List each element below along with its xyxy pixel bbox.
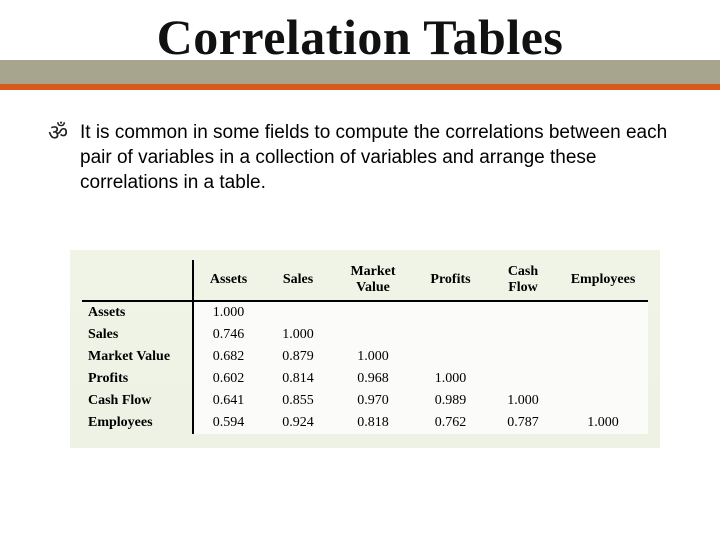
col-header: CashFlow [488, 260, 558, 301]
cell [488, 368, 558, 390]
cell [413, 324, 488, 346]
col-header-line2: Value [356, 280, 390, 295]
cell [558, 368, 648, 390]
col-header: Profits [413, 260, 488, 301]
col-header-line2: Flow [508, 280, 538, 295]
row-header: Sales [82, 324, 193, 346]
cell: 0.594 [193, 412, 263, 434]
slide-title: Correlation Tables [0, 8, 720, 66]
col-header: Sales [263, 260, 333, 301]
correlation-matrix: Assets Sales MarketValue Profits CashFlo… [82, 260, 648, 434]
cell: 0.818 [333, 412, 413, 434]
cell: 0.641 [193, 390, 263, 412]
cell: 0.855 [263, 390, 333, 412]
cell: 0.814 [263, 368, 333, 390]
cell [413, 346, 488, 368]
col-header: Employees [558, 260, 648, 301]
table-row: Profits 0.602 0.814 0.968 1.000 [82, 368, 648, 390]
cell [488, 324, 558, 346]
row-header: Profits [82, 368, 193, 390]
cell: 0.746 [193, 324, 263, 346]
cell [333, 324, 413, 346]
cell: 0.970 [333, 390, 413, 412]
cell: 0.879 [263, 346, 333, 368]
slide: Correlation Tables ॐ It is common in som… [0, 0, 720, 540]
col-header: MarketValue [333, 260, 413, 301]
row-header: Assets [82, 301, 193, 324]
cell: 1.000 [558, 412, 648, 434]
cell [488, 346, 558, 368]
col-header: Assets [193, 260, 263, 301]
cell [558, 346, 648, 368]
correlation-table: Assets Sales MarketValue Profits CashFlo… [70, 250, 660, 448]
cell [333, 301, 413, 324]
cell: 0.602 [193, 368, 263, 390]
cell: 1.000 [263, 324, 333, 346]
row-header: Employees [82, 412, 193, 434]
col-header-line1: Cash [508, 264, 538, 279]
cell [413, 301, 488, 324]
table-row: Assets 1.000 [82, 301, 648, 324]
cell: 1.000 [193, 301, 263, 324]
cell: 1.000 [333, 346, 413, 368]
cell: 0.968 [333, 368, 413, 390]
cell [263, 301, 333, 324]
cell: 0.787 [488, 412, 558, 434]
table-row: Cash Flow 0.641 0.855 0.970 0.989 1.000 [82, 390, 648, 412]
cell [558, 390, 648, 412]
cell: 1.000 [413, 368, 488, 390]
row-header: Market Value [82, 346, 193, 368]
table-row: Sales 0.746 1.000 [82, 324, 648, 346]
row-header: Cash Flow [82, 390, 193, 412]
col-header-line1: Market [350, 264, 395, 279]
body-text: ॐ It is common in some fields to compute… [48, 120, 688, 195]
cell: 1.000 [488, 390, 558, 412]
cell [558, 324, 648, 346]
table-row: Employees 0.594 0.924 0.818 0.762 0.787 … [82, 412, 648, 434]
cell [488, 301, 558, 324]
cell: 0.989 [413, 390, 488, 412]
bullet-item: ॐ It is common in some fields to compute… [48, 120, 688, 195]
cell: 0.762 [413, 412, 488, 434]
cell: 0.924 [263, 412, 333, 434]
swirl-bullet-icon: ॐ [48, 120, 70, 146]
table-row: Market Value 0.682 0.879 1.000 [82, 346, 648, 368]
title-area: Correlation Tables [0, 8, 720, 66]
cell: 0.682 [193, 346, 263, 368]
bullet-text: It is common in some fields to compute t… [80, 120, 688, 195]
cell [558, 301, 648, 324]
table-corner [82, 260, 193, 301]
